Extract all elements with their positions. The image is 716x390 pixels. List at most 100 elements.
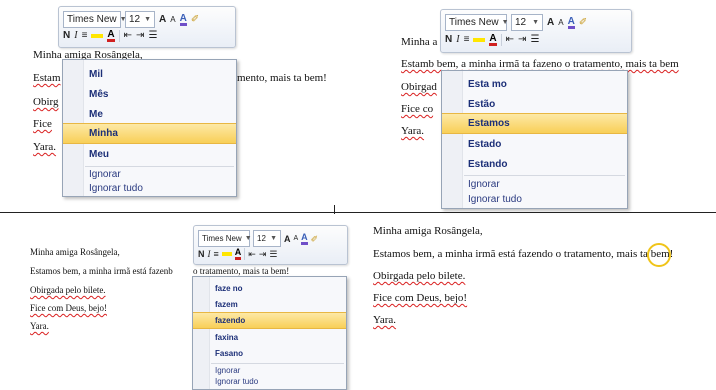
styles-icon[interactable]: A	[301, 232, 308, 245]
misspelled-word[interactable]: Estamb bem, a minha irmã ta fazeno o tra…	[401, 58, 679, 70]
styles-icon[interactable]: A	[567, 16, 575, 29]
doc-line-misspelled[interactable]: Obirg	[33, 96, 58, 108]
menu-separator	[85, 166, 234, 167]
chevron-down-icon[interactable]: ▼	[245, 231, 252, 246]
doc-line-misspelled[interactable]: Obirgada pelo bilete.	[30, 285, 106, 295]
increase-indent-button[interactable]: ⇥	[136, 29, 144, 43]
spelling-context-menu: Mil Mês Me Minha Meu Ignorar Ignorar tud…	[62, 59, 237, 197]
suggestion-item[interactable]: Me	[63, 104, 236, 124]
bold-button[interactable]: N	[445, 33, 452, 47]
chevron-down-icon[interactable]: ▼	[502, 15, 509, 30]
doc-line-misspelled[interactable]: Obirgada pelo bilete.	[373, 270, 465, 282]
suggestion-item[interactable]: Fasano	[193, 345, 346, 361]
shrink-font-button[interactable]: A	[558, 16, 563, 30]
grow-font-button[interactable]: A	[547, 16, 554, 30]
font-name-value: Times New	[67, 14, 117, 25]
decrease-indent-button[interactable]: ⇤	[248, 247, 256, 261]
grow-font-button[interactable]: A	[284, 232, 291, 246]
font-name-combo[interactable]: Times New ▼	[445, 14, 509, 31]
suggestion-item-selected[interactable]: Minha	[63, 123, 236, 144]
doc-line: mento, mais ta bem!	[237, 72, 327, 84]
doc-line-misspelled[interactable]: Yara.	[373, 314, 396, 326]
align-center-button[interactable]: ≡	[464, 33, 470, 47]
suggestion-item[interactable]: fazem	[193, 296, 346, 312]
doc-line-misspelled[interactable]: Fice	[33, 118, 52, 130]
menu-separator	[211, 363, 344, 364]
corrected-word-fragment[interactable]: ais	[625, 248, 637, 260]
doc-line[interactable]: Estamos bem, a minha irmã está fazenb	[30, 266, 173, 276]
align-center-button[interactable]: ≡	[82, 29, 88, 43]
suggestion-item[interactable]: Meu	[63, 144, 236, 164]
highlight-icon[interactable]	[473, 38, 486, 42]
suggestion-item[interactable]: Estão	[442, 94, 627, 114]
font-name-combo[interactable]: Times New ▼	[198, 230, 252, 247]
ignore-all-label: Ignorar tudo	[89, 183, 143, 194]
bullets-button[interactable]: ☰	[269, 247, 277, 261]
doc-line-misspelled[interactable]: Yara.	[30, 321, 49, 331]
font-size-value: 12	[257, 234, 266, 243]
ignore-all-item[interactable]: Ignorar tudo	[193, 376, 346, 387]
shrink-font-button[interactable]: A	[294, 232, 299, 246]
ignore-item[interactable]: Ignorar	[193, 365, 346, 376]
spelling-context-menu: faze no fazem fazendo faxina Fasano Igno…	[192, 276, 347, 390]
font-name-combo[interactable]: Times New ▼	[63, 11, 127, 28]
decrease-indent-button[interactable]: ⇤	[124, 29, 132, 43]
suggestion-item[interactable]: faze no	[193, 280, 346, 296]
ignore-all-item[interactable]: Ignorar tudo	[63, 182, 236, 195]
font-size-combo[interactable]: 12 ▼	[253, 230, 281, 247]
doc-line[interactable]: Estamb bem, a minha irmã ta fazeno o tra…	[401, 58, 679, 70]
suggestion-item[interactable]: Mês	[63, 84, 236, 104]
doc-line-misspelled[interactable]: Obirgad	[401, 81, 437, 93]
suggestion-item[interactable]: Estando	[442, 154, 627, 174]
format-painter-icon[interactable]: ✐	[311, 232, 319, 246]
italic-button[interactable]: I	[208, 247, 211, 261]
bullets-button[interactable]: ☰	[148, 29, 157, 43]
suggestion-item[interactable]: Esta mo	[442, 74, 627, 94]
format-painter-icon[interactable]: ✐	[191, 13, 199, 27]
doc-line-misspelled[interactable]: Fice com Deus, bejo!	[373, 292, 467, 304]
toolbar-separator	[500, 34, 502, 46]
ignore-all-label: Ignorar tudo	[215, 377, 259, 386]
bold-button[interactable]: N	[63, 29, 70, 43]
decrease-indent-button[interactable]: ⇤	[506, 33, 514, 47]
toolbar-separator	[244, 248, 246, 260]
suggestion-item[interactable]: Estado	[442, 134, 627, 154]
doc-line-misspelled[interactable]: Yara.	[33, 141, 56, 153]
font-size-combo[interactable]: 12 ▼	[125, 11, 155, 28]
suggestion-item[interactable]: faxina	[193, 329, 346, 345]
shrink-font-button[interactable]: A	[170, 13, 175, 27]
chevron-down-icon[interactable]: ▼	[144, 12, 151, 27]
font-color-icon[interactable]: A	[489, 34, 497, 46]
bullets-button[interactable]: ☰	[530, 33, 539, 47]
doc-line-misspelled[interactable]: Fice com Deus, bejo!	[30, 303, 107, 313]
chevron-down-icon[interactable]: ▼	[532, 15, 539, 30]
italic-button[interactable]: I	[74, 29, 77, 43]
font-color-icon[interactable]: A	[107, 30, 115, 42]
doc-line: Minha amiga Rosângela,	[373, 225, 483, 237]
ignore-item[interactable]: Ignorar	[63, 168, 236, 181]
suggestion-item[interactable]: Mil	[63, 64, 236, 84]
mini-toolbar: Times New ▼ 12 ▼ A A A ✐ N I ≡ A ⇤ ⇥ ☰	[58, 6, 236, 48]
chevron-down-icon[interactable]: ▼	[270, 231, 277, 246]
suggestion-item-selected[interactable]: fazendo	[193, 312, 346, 329]
ignore-label: Ignorar	[468, 178, 500, 190]
styles-icon[interactable]: A	[179, 13, 187, 26]
doc-line[interactable]: Estamos bem, a minha irmã está fazendo o…	[373, 248, 673, 260]
ignore-item[interactable]: Ignorar	[442, 177, 627, 191]
grow-font-button[interactable]: A	[159, 13, 166, 27]
align-center-button[interactable]: ≡	[214, 247, 219, 261]
italic-button[interactable]: I	[456, 33, 459, 47]
format-painter-icon[interactable]: ✐	[579, 16, 587, 30]
doc-line-misspelled[interactable]: Yara.	[401, 125, 424, 137]
highlight-icon[interactable]	[91, 34, 104, 38]
increase-indent-button[interactable]: ⇥	[518, 33, 526, 47]
doc-line-misspelled[interactable]: Estam	[33, 72, 61, 84]
doc-line-misspelled[interactable]: Fice co	[401, 103, 433, 115]
increase-indent-button[interactable]: ⇥	[259, 247, 267, 261]
font-size-combo[interactable]: 12 ▼	[511, 14, 543, 31]
suggestion-item-selected[interactable]: Estamos	[442, 113, 627, 134]
ignore-all-item[interactable]: Ignorar tudo	[442, 192, 627, 206]
font-color-icon[interactable]: A	[234, 248, 242, 260]
highlight-icon[interactable]	[221, 252, 232, 256]
bold-button[interactable]: N	[198, 247, 205, 261]
